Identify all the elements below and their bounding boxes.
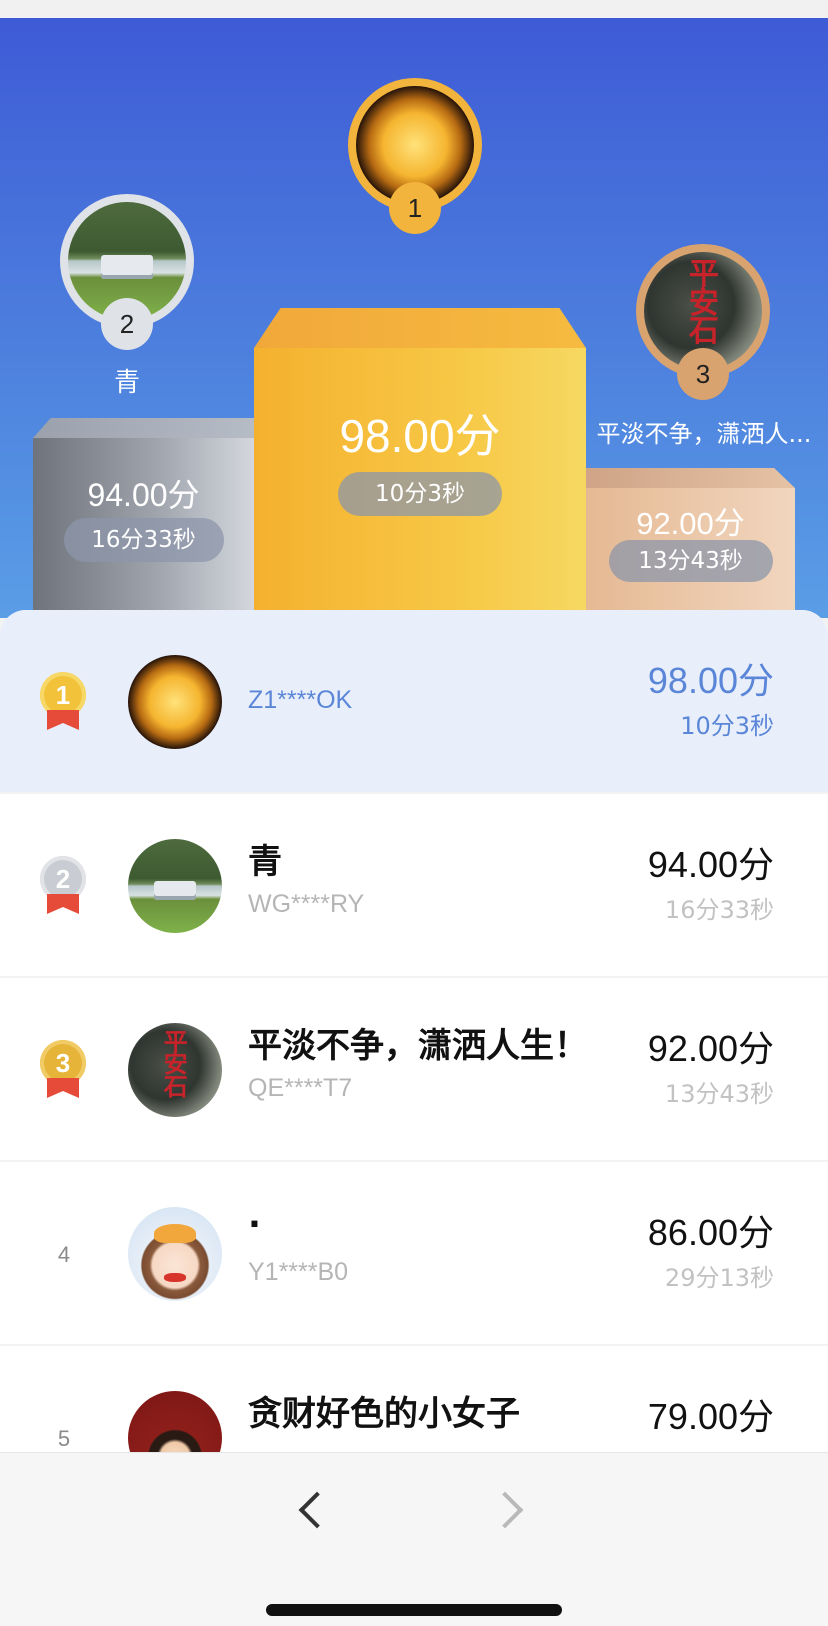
sun-avatar[interactable] — [128, 655, 222, 749]
podium-second-rank-badge: 2 — [101, 298, 153, 350]
podium-second-name: 青 — [113, 368, 140, 398]
mouse-avatar[interactable] — [128, 1391, 222, 1452]
podium-second-score: 94.00分 — [87, 477, 200, 513]
user-id: Y1****B0 — [248, 1258, 349, 1286]
score: 98.00分 — [647, 660, 774, 701]
podium-first-avatar[interactable]: 1 — [348, 78, 482, 234]
score: 92.00分 — [647, 1028, 774, 1069]
podium-first-top — [254, 308, 586, 348]
user-name: 平淡不争，潇洒人生！ — [248, 1026, 588, 1066]
gold-medal-icon: 1 — [38, 672, 88, 732]
bottom-navigation — [0, 1452, 828, 1626]
podium-third-name: 平淡不争，潇洒人... — [596, 420, 812, 448]
user-id: QE****T7 — [248, 1074, 353, 1102]
user-id: Z1****OK — [248, 686, 353, 714]
silver-medal-icon: 2 — [38, 856, 88, 916]
podium-first-rank-badge: 1 — [389, 182, 441, 234]
camper-scenery-avatar[interactable] — [128, 839, 222, 933]
podium-third-rank-badge: 3 — [677, 348, 729, 400]
elapsed-time: 16分33秒 — [664, 896, 774, 924]
podium-second: 94.00分 16分33秒 — [33, 418, 254, 618]
ranking-list[interactable]: 1 Z1****OK 98.00分 10分3秒 2 青 WG****RY 94.… — [0, 610, 828, 1452]
elapsed-time: 13分43秒 — [664, 1080, 774, 1108]
list-item[interactable]: 5 贪财好色的小女子 79.00分 — [0, 1346, 828, 1452]
elapsed-time: 10分3秒 — [680, 712, 774, 740]
user-name: 青 — [248, 842, 282, 882]
score: 86.00分 — [647, 1212, 774, 1253]
podium-third-avatar[interactable]: 3 — [636, 244, 770, 400]
rank-number: 5 — [57, 1426, 71, 1451]
podium-third-top — [586, 468, 795, 488]
user-name: . — [248, 1196, 261, 1236]
list-item[interactable]: 3 平淡不争，潇洒人生！ QE****T7 92.00分 13分43秒 — [0, 978, 828, 1162]
elapsed-time: 29分13秒 — [664, 1264, 774, 1292]
score: 79.00分 — [647, 1396, 774, 1437]
user-id: WG****RY — [248, 890, 365, 918]
list-item[interactable]: 1 Z1****OK 98.00分 10分3秒 — [0, 610, 828, 794]
list-item[interactable]: 2 青 WG****RY 94.00分 16分33秒 — [0, 794, 828, 978]
user-name: 贪财好色的小女子 — [248, 1394, 520, 1434]
cartoon-girl-avatar[interactable] — [128, 1207, 222, 1301]
list-item[interactable]: 4 . Y1****B0 86.00分 29分13秒 — [0, 1162, 828, 1346]
back-button[interactable] — [286, 1483, 346, 1543]
forward-button[interactable] — [486, 1483, 546, 1543]
podium-second-time: 16分33秒 — [63, 518, 224, 562]
podium-second-avatar[interactable]: 2 — [60, 194, 194, 350]
home-indicator[interactable] — [266, 1604, 562, 1616]
chevron-left-icon — [298, 1491, 336, 1529]
podium-third-score: 92.00分 — [636, 506, 745, 541]
status-bar — [0, 0, 828, 18]
bronze-medal-icon: 3 — [38, 1040, 88, 1100]
rank-number: 4 — [57, 1242, 71, 1267]
podium-third: 92.00分 13分43秒 — [586, 468, 795, 618]
chevron-right-icon — [486, 1491, 524, 1529]
podium-section: 94.00分 16分33秒 98.00分 10分3秒 92.00分 13分43秒… — [0, 18, 828, 618]
podium-first-score: 98.00分 — [339, 410, 501, 462]
peace-stone-avatar[interactable] — [128, 1023, 222, 1117]
score: 94.00分 — [647, 844, 774, 885]
podium-third-time: 13分43秒 — [608, 540, 773, 582]
podium-second-top — [33, 418, 254, 438]
podium-first: 98.00分 10分3秒 — [254, 308, 586, 618]
podium-first-time: 10分3秒 — [338, 472, 502, 516]
